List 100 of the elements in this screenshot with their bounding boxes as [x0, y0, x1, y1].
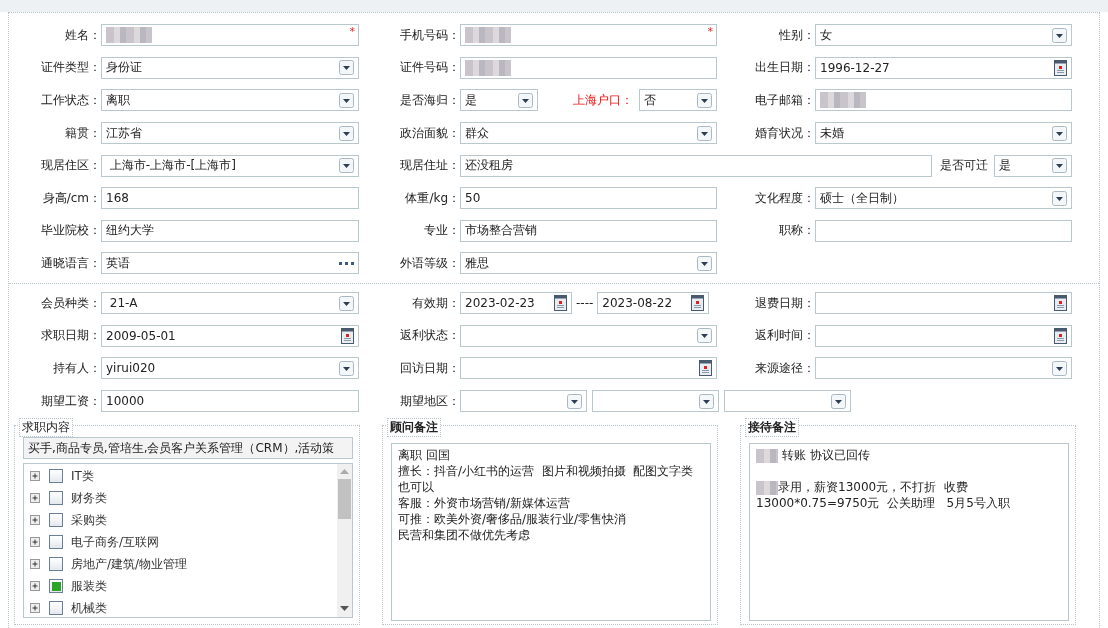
tree-item[interactable]: 服装类 — [71, 577, 107, 595]
scroll-thumb[interactable] — [338, 479, 351, 520]
expand-icon[interactable] — [30, 470, 41, 482]
more-icon[interactable] — [339, 260, 354, 266]
select-field[interactable] — [592, 390, 719, 413]
panel-title: 求职内容 — [19, 418, 73, 438]
select-field[interactable]: 未婚 — [815, 122, 1072, 145]
field-label: 职称： — [778, 222, 815, 240]
checkbox[interactable] — [49, 601, 63, 616]
date-field[interactable]: 2023-08-22 — [597, 292, 710, 315]
notes-textarea[interactable]: 转账 协议已回传 录用，薪资13000元，不打折 收费 13000*0.75=9750元 公关助理 5月5号入职 — [749, 443, 1069, 622]
tree-item[interactable]: 机械类 — [71, 599, 107, 617]
required-mark: * — [707, 25, 713, 39]
input-field[interactable]: 50 — [460, 187, 717, 210]
tree-item[interactable]: 采购类 — [71, 511, 107, 529]
notes-textarea[interactable]: 离职 回国 擅长：抖音/小红书的运营 图片和视频拍摄 配图文字类也可以 客服：外资市场营销/新媒体运营 可推：欧美外资/奢侈品/服装行业/零售快消 民营和集团不做优先考虑 — [391, 443, 711, 622]
select-field[interactable]: 21-A — [101, 292, 359, 315]
field-label: 通晓语言： — [40, 254, 101, 272]
field-label: 返利状态： — [399, 327, 460, 345]
calendar-icon[interactable] — [1054, 327, 1067, 344]
tree-item[interactable]: 房地产/建筑/物业管理 — [71, 555, 188, 573]
checkbox[interactable] — [49, 557, 63, 572]
select-field[interactable]: 上海市-上海市-[上海市] — [101, 154, 359, 177]
note-text: 离职 回国 — [398, 448, 450, 463]
field-label: 期望地区： — [399, 392, 460, 410]
input-field[interactable] — [815, 219, 1072, 242]
select-field[interactable]: 江苏省 — [101, 122, 359, 145]
calendar-icon[interactable] — [554, 295, 567, 312]
calendar-icon[interactable] — [341, 327, 354, 344]
field-label: 会员种类： — [40, 294, 101, 312]
field-label: 籍贯： — [64, 124, 101, 142]
select-field[interactable]: 硕士（全日制） — [815, 187, 1072, 210]
select-field[interactable]: 女 — [815, 24, 1072, 47]
input-field[interactable]: 纽约大学 — [101, 219, 359, 242]
select-field[interactable]: 雅思 — [460, 252, 717, 275]
expand-icon[interactable] — [30, 558, 41, 570]
field-label: 工作状态： — [40, 92, 101, 109]
field-label: 外语等级： — [399, 254, 460, 272]
date-field[interactable]: 2009-05-01 — [101, 324, 359, 347]
calendar-icon[interactable] — [1054, 295, 1067, 312]
input-field[interactable]: 市场整合营销 — [460, 219, 717, 242]
input-field[interactable]: 168 — [101, 187, 359, 210]
field-label: 出生日期： — [754, 59, 815, 77]
select-field[interactable]: yirui020 — [101, 357, 359, 380]
redacted-block — [756, 448, 778, 463]
field-label: 现居住址： — [399, 157, 460, 175]
date-field[interactable]: 1996-12-27 — [815, 56, 1072, 79]
expand-icon[interactable] — [30, 580, 41, 592]
select-field[interactable]: 是 — [994, 154, 1072, 177]
select-field[interactable]: 否 — [639, 89, 717, 112]
field-label: 是否海归： — [399, 92, 460, 109]
calendar-icon[interactable] — [699, 360, 712, 377]
input-field[interactable]: * — [101, 24, 359, 47]
date-field[interactable] — [815, 292, 1072, 315]
select-field[interactable]: 群众 — [460, 122, 717, 145]
input-field[interactable]: 10000 — [101, 390, 359, 413]
tree-item[interactable]: 电子商务/互联网 — [71, 533, 160, 551]
scrollbar[interactable] — [337, 464, 352, 618]
field-label: 有效期： — [411, 294, 460, 312]
select-field[interactable]: 离职 — [101, 89, 359, 112]
selected-jobs-field[interactable]: 买手,商品专员,管培生,会员客户关系管理（CRM）,活动策 — [23, 437, 353, 460]
note-text: 民营和集团不做优先考虑 — [398, 528, 530, 543]
expand-icon[interactable] — [30, 514, 41, 526]
checkbox[interactable] — [49, 535, 63, 550]
checkbox[interactable] — [49, 579, 63, 594]
panel-title: 顾问备注 — [387, 418, 441, 438]
calendar-icon[interactable] — [691, 295, 705, 312]
date-field[interactable] — [815, 324, 1072, 347]
input-field[interactable]: 英语 — [101, 252, 359, 275]
input-field[interactable] — [460, 56, 717, 79]
note-text: 转账 协议已回传 — [780, 448, 870, 463]
redacted-block — [465, 59, 511, 76]
select-field[interactable] — [460, 324, 717, 347]
scroll-down-icon[interactable] — [340, 606, 349, 613]
input-field[interactable]: * — [460, 24, 717, 47]
field-label: 政治面貌： — [399, 124, 460, 142]
field-label: 体重/kg： — [404, 189, 460, 207]
expand-icon[interactable] — [30, 602, 41, 614]
checkbox[interactable] — [49, 469, 63, 484]
field-label: 手机号码： — [399, 26, 460, 44]
tree-item[interactable]: 财务类 — [71, 489, 107, 507]
date-field[interactable]: 2023-02-23 — [460, 292, 572, 315]
checkbox[interactable] — [49, 491, 63, 506]
expand-icon[interactable] — [30, 536, 41, 548]
checkbox[interactable] — [49, 513, 63, 528]
field-label: 持有人： — [52, 360, 101, 377]
input-field[interactable]: 还没租房 — [460, 154, 932, 177]
field-label: 退费日期： — [754, 294, 815, 312]
date-field[interactable] — [460, 357, 717, 380]
select-field[interactable] — [460, 390, 587, 413]
select-field[interactable] — [815, 357, 1072, 380]
select-field[interactable] — [724, 390, 851, 413]
expand-icon[interactable] — [30, 492, 41, 504]
select-field[interactable]: 身份证 — [101, 56, 359, 79]
select-field[interactable]: 是 — [460, 89, 538, 112]
redacted-block — [106, 27, 152, 44]
note-text: 13000*0.75=9750元 公关助理 5月5号入职 — [756, 496, 1010, 511]
input-field[interactable] — [815, 89, 1072, 112]
calendar-icon[interactable] — [1054, 59, 1067, 76]
tree-item[interactable]: IT类 — [71, 467, 94, 485]
